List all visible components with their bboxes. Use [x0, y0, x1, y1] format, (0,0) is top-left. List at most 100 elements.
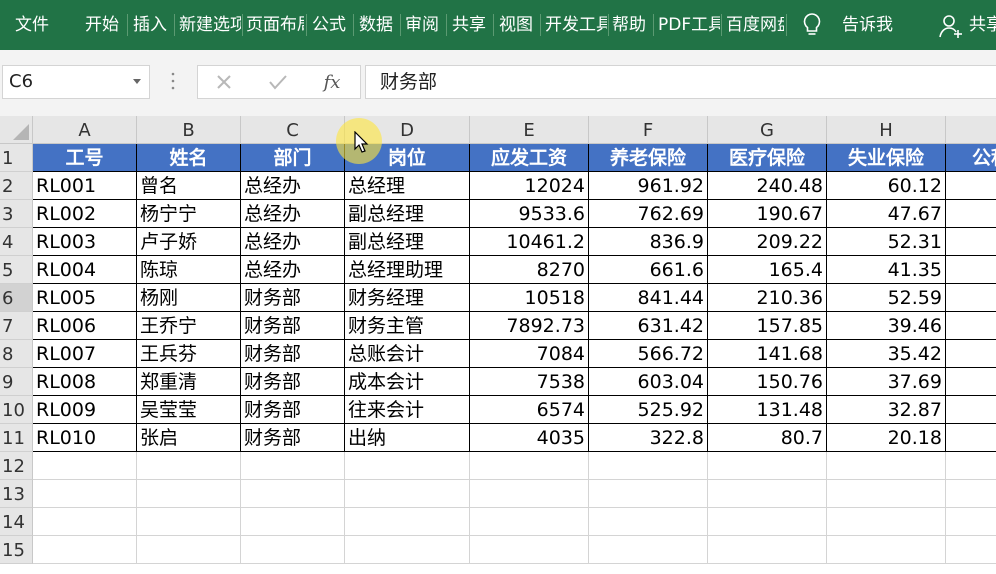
data-cell[interactable]: 141.68 — [708, 340, 827, 368]
data-cell[interactable]: 出纳 — [345, 424, 470, 452]
header-cell[interactable]: 养老保险 — [589, 144, 708, 172]
row-header[interactable]: 6 — [0, 284, 33, 312]
row-header[interactable]: 13 — [0, 480, 33, 508]
data-cell[interactable]: 20.18 — [827, 424, 946, 452]
lightbulb-icon[interactable] — [801, 12, 823, 38]
data-cell[interactable]: 总经办 — [241, 228, 345, 256]
tab-pdf-tools[interactable]: PDF工具集 — [658, 0, 720, 50]
data-cell[interactable]: 6574 — [470, 396, 589, 424]
header-cell[interactable]: 应发工资 — [470, 144, 589, 172]
data-cell[interactable]: 总账会计 — [345, 340, 470, 368]
data-cell[interactable]: RL005 — [33, 284, 137, 312]
empty-cell[interactable] — [946, 508, 996, 536]
empty-cell[interactable] — [827, 480, 946, 508]
data-cell[interactable]: 60.12 — [827, 172, 946, 200]
empty-cell[interactable] — [137, 452, 241, 480]
data-cell[interactable]: 131.48 — [708, 396, 827, 424]
data-cell[interactable]: 37.69 — [827, 368, 946, 396]
empty-cell[interactable] — [241, 452, 345, 480]
data-cell[interactable]: 陈琼 — [137, 256, 241, 284]
data-cell[interactable]: 7084 — [470, 340, 589, 368]
tab-home[interactable]: 开始 — [85, 0, 123, 50]
tab-page-layout[interactable]: 页面布局 — [246, 0, 304, 50]
header-cell[interactable]: 工号 — [33, 144, 137, 172]
row-header[interactable]: 9 — [0, 368, 33, 396]
data-cell[interactable]: 1262 — [946, 284, 996, 312]
data-cell[interactable]: 副总经理 — [345, 200, 470, 228]
data-cell[interactable]: 32.87 — [827, 396, 946, 424]
tab-developer[interactable]: 开发工具 — [545, 0, 607, 50]
data-cell[interactable]: 7538 — [470, 368, 589, 396]
data-cell[interactable]: 副总经理 — [345, 228, 470, 256]
header-cell[interactable]: 姓名 — [137, 144, 241, 172]
empty-cell[interactable] — [470, 452, 589, 480]
row-header[interactable]: 15 — [0, 536, 33, 564]
row-header[interactable]: 8 — [0, 340, 33, 368]
empty-cell[interactable] — [241, 480, 345, 508]
tab-help[interactable]: 帮助 — [612, 0, 650, 50]
empty-cell[interactable] — [946, 536, 996, 564]
data-cell[interactable]: 80.7 — [708, 424, 827, 452]
tab-share[interactable]: 共享 — [452, 0, 490, 50]
user-add-icon[interactable] — [939, 13, 963, 39]
tab-review[interactable]: 审阅 — [405, 0, 443, 50]
data-cell[interactable]: 322.8 — [589, 424, 708, 452]
data-cell[interactable]: RL002 — [33, 200, 137, 228]
data-cell[interactable]: 631.42 — [589, 312, 708, 340]
row-header[interactable]: 2 — [0, 172, 33, 200]
data-cell[interactable]: 9533.6 — [470, 200, 589, 228]
data-cell[interactable]: RL010 — [33, 424, 137, 452]
data-cell[interactable]: 603.04 — [589, 368, 708, 396]
column-header[interactable]: B — [137, 116, 241, 144]
data-cell[interactable]: 240.48 — [708, 172, 827, 200]
data-cell[interactable]: 1255 — [946, 228, 996, 256]
data-cell[interactable]: 947 — [946, 312, 996, 340]
column-header[interactable]: C — [241, 116, 345, 144]
data-cell[interactable]: 总经办 — [241, 256, 345, 284]
data-cell[interactable]: 成本会计 — [345, 368, 470, 396]
header-cell[interactable]: 公积金 — [946, 144, 996, 172]
empty-cell[interactable] — [345, 452, 470, 480]
data-cell[interactable]: RL009 — [33, 396, 137, 424]
empty-cell[interactable] — [827, 508, 946, 536]
empty-cell[interactable] — [470, 480, 589, 508]
row-header[interactable]: 12 — [0, 452, 33, 480]
tab-baidu-netdisk[interactable]: 百度网盘 — [726, 0, 784, 50]
row-header[interactable]: 4 — [0, 228, 33, 256]
data-cell[interactable]: RL001 — [33, 172, 137, 200]
data-cell[interactable]: 吴莹莹 — [137, 396, 241, 424]
data-cell[interactable]: 财务部 — [241, 340, 345, 368]
data-cell[interactable]: 150.76 — [708, 368, 827, 396]
data-cell[interactable]: RL006 — [33, 312, 137, 340]
row-header[interactable]: 1 — [0, 144, 33, 172]
column-header[interactable]: F — [589, 116, 708, 144]
row-header[interactable]: 14 — [0, 508, 33, 536]
data-cell[interactable]: RL007 — [33, 340, 137, 368]
tab-data[interactable]: 数据 — [359, 0, 397, 50]
empty-cell[interactable] — [241, 536, 345, 564]
data-cell[interactable]: 35.42 — [827, 340, 946, 368]
empty-cell[interactable] — [827, 452, 946, 480]
data-cell[interactable]: 165.4 — [708, 256, 827, 284]
empty-cell[interactable] — [33, 536, 137, 564]
data-cell[interactable]: 52.59 — [827, 284, 946, 312]
data-cell[interactable]: 财务部 — [241, 424, 345, 452]
row-header[interactable]: 11 — [0, 424, 33, 452]
empty-cell[interactable] — [946, 452, 996, 480]
empty-cell[interactable] — [589, 452, 708, 480]
data-cell[interactable]: 566.72 — [589, 340, 708, 368]
data-cell[interactable]: 财务主管 — [345, 312, 470, 340]
column-header[interactable]: I — [946, 116, 996, 144]
data-cell[interactable]: 杨宁宁 — [137, 200, 241, 228]
data-cell[interactable]: 841.44 — [589, 284, 708, 312]
data-cell[interactable]: 曾名 — [137, 172, 241, 200]
data-cell[interactable]: 41.35 — [827, 256, 946, 284]
data-cell[interactable]: 财务部 — [241, 368, 345, 396]
header-cell[interactable]: 部门 — [241, 144, 345, 172]
data-cell[interactable]: 661.6 — [589, 256, 708, 284]
data-cell[interactable]: RL008 — [33, 368, 137, 396]
row-header[interactable]: 7 — [0, 312, 33, 340]
empty-cell[interactable] — [241, 508, 345, 536]
empty-cell[interactable] — [470, 508, 589, 536]
data-cell[interactable]: 1144 — [946, 200, 996, 228]
